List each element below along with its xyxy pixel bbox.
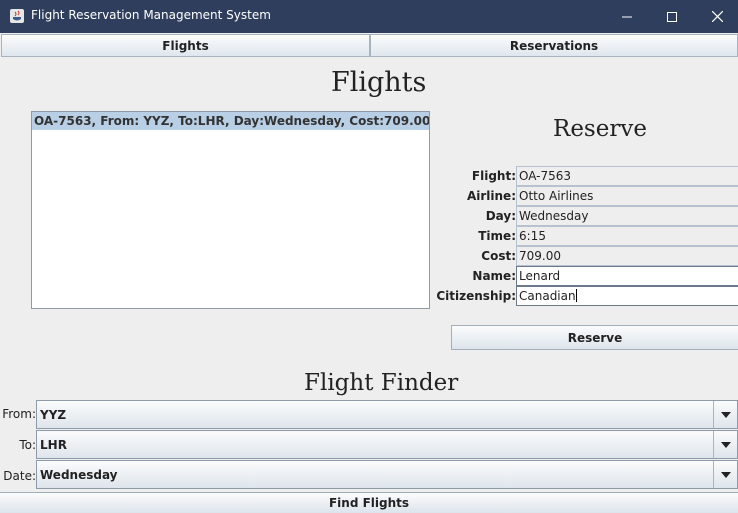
name-row: Name: Lenard: [440, 266, 738, 286]
java-app-icon: [10, 9, 24, 23]
cost-field: 709.00: [516, 246, 738, 266]
from-label: From:: [2, 407, 36, 421]
name-label: Name:: [472, 269, 516, 283]
list-item[interactable]: OA-7563, From: YYZ, To:LHR, Day:Wednesda…: [32, 112, 429, 130]
text-caret: [575, 289, 577, 302]
time-row: Time: 6:15: [440, 226, 738, 246]
citizenship-input[interactable]: Canadian: [516, 286, 738, 306]
date-dropdown[interactable]: Wednesday: [36, 460, 738, 489]
maximize-icon: [667, 11, 677, 22]
reserve-button[interactable]: Reserve: [451, 325, 738, 350]
flight-label: Flight:: [471, 169, 516, 183]
from-selected-value: YYZ: [40, 408, 67, 422]
airline-row: Airline: Otto Airlines: [440, 186, 738, 206]
close-icon: [711, 11, 723, 22]
date-selected-value: Wednesday: [40, 468, 118, 482]
flight-list[interactable]: OA-7563, From: YYZ, To:LHR, Day:Wednesda…: [31, 111, 430, 309]
flight-field: OA-7563: [516, 166, 738, 186]
day-row: Day: Wednesday: [440, 206, 738, 226]
window-title: Flight Reservation Management System: [31, 8, 271, 22]
to-dropdown[interactable]: LHR: [36, 430, 738, 459]
airline-label: Airline:: [466, 189, 516, 203]
airline-field: Otto Airlines: [516, 186, 738, 206]
chevron-down-icon[interactable]: [713, 401, 737, 428]
minimize-button[interactable]: [604, 0, 650, 33]
from-dropdown[interactable]: YYZ: [36, 400, 738, 429]
close-button[interactable]: [694, 0, 738, 33]
flight-row: Flight: OA-7563: [440, 166, 738, 186]
name-input[interactable]: Lenard: [516, 266, 738, 286]
minimize-icon: [622, 16, 632, 17]
chevron-down-icon[interactable]: [713, 461, 737, 488]
time-field: 6:15: [516, 226, 738, 246]
flight-finder-heading: Flight Finder: [304, 370, 459, 396]
tab-reservations[interactable]: Reservations: [370, 34, 738, 57]
time-label: Time:: [478, 229, 516, 243]
flights-heading: Flights: [331, 67, 427, 98]
citizenship-label: Citizenship:: [436, 289, 516, 303]
title-bar[interactable]: Flight Reservation Management System: [0, 0, 738, 33]
cost-row: Cost: 709.00: [440, 246, 738, 266]
citizenship-row: Citizenship: Canadian: [436, 286, 738, 306]
cost-label: Cost:: [481, 249, 516, 263]
chevron-down-icon[interactable]: [713, 431, 737, 458]
day-label: Day:: [485, 209, 516, 223]
date-label: Date:: [3, 469, 36, 483]
day-field: Wednesday: [516, 206, 738, 226]
tab-flights[interactable]: Flights: [1, 34, 370, 57]
find-flights-button[interactable]: Find Flights: [0, 492, 738, 513]
reserve-heading: Reserve: [553, 116, 647, 142]
to-selected-value: LHR: [40, 438, 67, 452]
citizenship-value: Canadian: [519, 289, 576, 303]
maximize-button[interactable]: [649, 0, 695, 33]
to-label: To:: [19, 438, 36, 452]
